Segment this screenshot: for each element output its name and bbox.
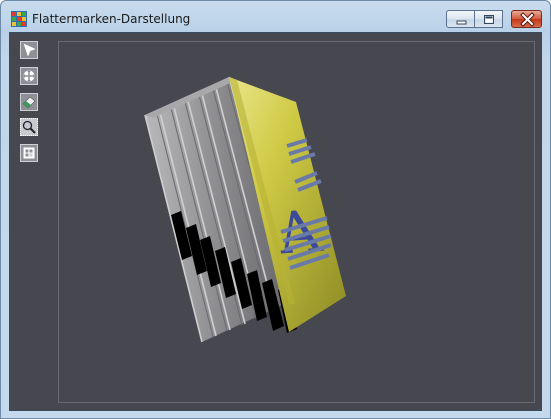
reset-view-tool[interactable]: [20, 144, 38, 162]
arrow-pointer-icon: [23, 43, 36, 57]
3d-viewport[interactable]: A: [58, 41, 535, 403]
rotate-cross-icon: [23, 70, 35, 82]
book-stack-3d[interactable]: A: [59, 42, 534, 402]
maximize-button[interactable]: [475, 10, 503, 28]
window-title: Flattermarken-Darstellung: [32, 12, 191, 26]
title-bar[interactable]: Flattermarken-Darstellung: [1, 1, 550, 35]
close-button[interactable]: [511, 10, 542, 28]
rotate-tool[interactable]: [20, 67, 38, 85]
eraser-icon: [22, 96, 36, 109]
zoom-tool[interactable]: [20, 118, 38, 136]
grid-view-icon: [23, 147, 35, 159]
close-icon: [520, 12, 535, 27]
client-area: A: [9, 32, 542, 411]
app-grid-icon[interactable]: [11, 11, 27, 27]
minimize-icon: [456, 20, 467, 25]
eraser-tool[interactable]: [20, 93, 38, 111]
select-tool[interactable]: [20, 41, 38, 59]
magnifier-icon: [22, 120, 36, 134]
maximize-icon: [484, 15, 494, 24]
window: Flattermarken-Darstellung A: [0, 0, 551, 419]
minimize-button[interactable]: [446, 10, 475, 28]
